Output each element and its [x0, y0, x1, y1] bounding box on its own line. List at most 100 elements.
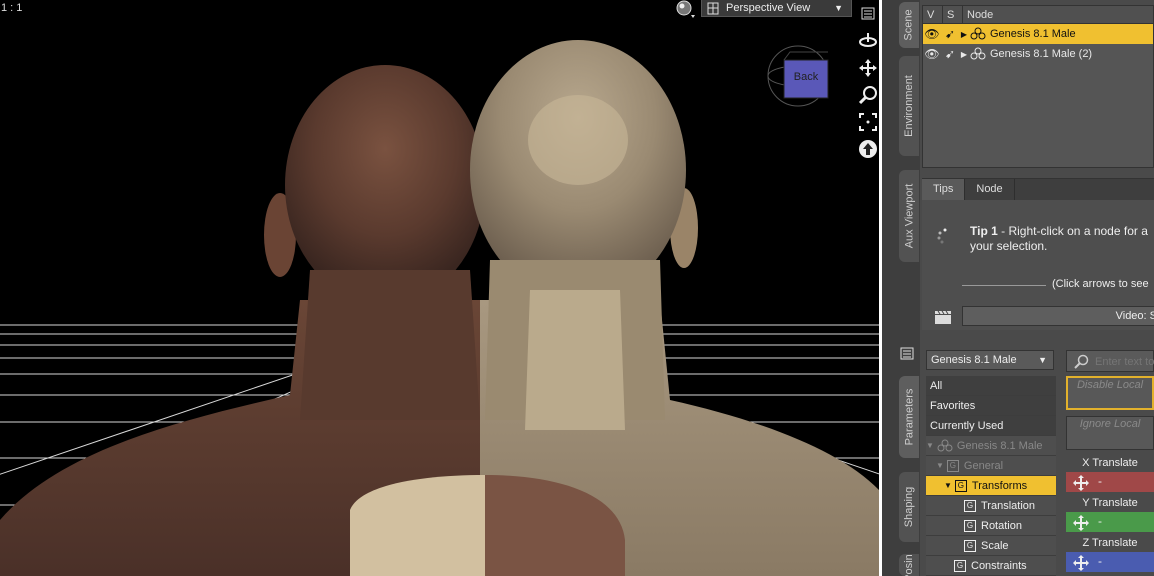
group-icon: G	[946, 459, 959, 472]
move-arrows-icon[interactable]	[1072, 514, 1090, 532]
view-select-dropdown[interactable]: Perspective View ▼	[701, 0, 852, 17]
expand-arrow-icon[interactable]: ▶	[959, 50, 969, 59]
tip-text: Tip 1 - Right-click on a node for a your…	[970, 224, 1154, 254]
eye-icon[interactable]: 👁	[923, 27, 941, 41]
tree-item-general[interactable]: ▼ G General	[926, 456, 1056, 476]
spinner-icon	[937, 228, 947, 244]
draw-style-button[interactable]	[674, 0, 698, 20]
tip-hint: (Click arrows to see	[1052, 278, 1149, 290]
y-translate-slider[interactable]: Y Translate -	[1066, 497, 1154, 535]
tree-item-constraints[interactable]: G Constraints	[926, 556, 1056, 576]
tab-environment[interactable]: Environment	[899, 56, 919, 156]
tab-aux-viewport[interactable]: Aux Viewport	[899, 170, 919, 262]
view-cube[interactable]: Back	[767, 38, 829, 110]
tab-parameters[interactable]: Parameters	[899, 376, 919, 458]
z-translate-slider[interactable]: Z Translate -	[1066, 537, 1154, 575]
orbit-icon	[859, 32, 877, 47]
aspect-ratio-label: 1 : 1	[1, 2, 23, 14]
column-visible[interactable]: V	[923, 6, 943, 23]
scene-render[interactable]	[0, 0, 879, 576]
zoom-button[interactable]	[855, 81, 879, 108]
disable-local-property[interactable]: Disable Local	[1066, 376, 1154, 410]
tree-item-currently-used[interactable]: Currently Used	[926, 416, 1056, 436]
group-icon: G	[964, 539, 976, 552]
cursor-icon[interactable]: ➹	[941, 47, 959, 61]
property-label: Ignore Local	[1079, 418, 1141, 430]
tab-tips[interactable]: Tips	[922, 179, 966, 200]
expand-arrow-icon[interactable]: ▼	[944, 481, 952, 490]
chevron-down-icon: ▼	[834, 3, 843, 13]
scene-node-row[interactable]: 👁 ➹ ▶ Genesis 8.1 Male	[923, 24, 1153, 44]
group-icon: G	[964, 519, 976, 532]
frame-icon	[859, 112, 877, 131]
slider-label: Y Translate	[1082, 497, 1138, 509]
cursor-icon[interactable]: ➹	[941, 27, 959, 41]
tab-node[interactable]: Node	[965, 179, 1015, 200]
3d-viewport[interactable]: 1 : 1 Perspective View ▼ Back	[0, 0, 879, 576]
frame-button[interactable]	[855, 108, 879, 135]
property-search[interactable]	[1066, 350, 1154, 372]
tab-shaping[interactable]: Shaping	[899, 472, 919, 542]
scene-header: V S Node	[923, 6, 1153, 24]
cube-face-label: Back	[793, 71, 819, 83]
tips-tab-bar: Tips Node	[922, 179, 1154, 200]
tree-item-transforms[interactable]: ▼ G Transforms	[926, 476, 1056, 496]
magnifier-icon	[858, 85, 877, 104]
ignore-local-property[interactable]: Ignore Local	[1066, 416, 1154, 450]
property-group-tree: All Favorites Currently Used ▼ Genesis 8…	[926, 376, 1056, 576]
scene-pane: V S Node 👁 ➹ ▶ Genesis 8.1 Male 👁 ➹ ▶ Ge…	[922, 5, 1154, 168]
up-arrow-icon	[859, 139, 877, 158]
slider-label: Z Translate	[1082, 537, 1138, 549]
sphere-icon	[676, 0, 695, 18]
group-icon: G	[964, 499, 976, 512]
pane-menu-button[interactable]	[855, 0, 879, 27]
tree-item-favorites[interactable]: Favorites	[926, 396, 1056, 416]
view-name: Perspective View	[726, 2, 811, 14]
figure-icon	[970, 47, 986, 60]
decrement-icon[interactable]: -	[1098, 474, 1102, 488]
figure-icon	[970, 27, 986, 40]
tree-item-figure[interactable]: ▼ Genesis 8.1 Male	[926, 436, 1056, 456]
orbit-button[interactable]	[855, 27, 879, 54]
expand-arrow-icon[interactable]: ▶	[959, 30, 969, 39]
decrement-icon[interactable]: -	[1098, 514, 1102, 528]
menu-icon	[861, 7, 875, 19]
tree-item-rotation[interactable]: G Rotation	[926, 516, 1056, 536]
search-input[interactable]	[1095, 354, 1154, 369]
slider-label: X Translate	[1082, 457, 1138, 469]
move-arrows-icon[interactable]	[1072, 474, 1090, 492]
decrement-icon[interactable]: -	[1098, 554, 1102, 568]
reset-camera-button[interactable]	[855, 135, 879, 162]
search-icon	[1074, 354, 1089, 369]
tree-item-scale[interactable]: G Scale	[926, 536, 1056, 556]
column-selectable[interactable]: S	[943, 6, 963, 23]
clapperboard-icon	[935, 310, 951, 324]
scene-node-row[interactable]: 👁 ➹ ▶ Genesis 8.1 Male (2)	[923, 44, 1153, 64]
navigation-tools	[855, 0, 879, 162]
tree-item-translation[interactable]: G Translation	[926, 496, 1056, 516]
column-node[interactable]: Node	[963, 6, 1153, 23]
eye-icon[interactable]: 👁	[923, 47, 941, 61]
tab-posing[interactable]: Posing	[899, 554, 919, 576]
group-icon: G	[954, 559, 966, 572]
x-translate-slider[interactable]: X Translate -	[1066, 457, 1154, 495]
move-arrows-icon	[859, 58, 877, 77]
figure-select[interactable]: Genesis 8.1 Male ▼	[926, 350, 1054, 370]
divider	[962, 285, 1046, 286]
move-arrows-icon[interactable]	[1072, 554, 1090, 572]
expand-arrow-icon[interactable]: ▼	[936, 461, 944, 470]
group-icon: G	[954, 479, 967, 492]
expand-arrow-icon[interactable]: ▼	[926, 441, 934, 450]
node-label: Genesis 8.1 Male (2)	[990, 48, 1093, 60]
video-button[interactable]: Video: S	[962, 306, 1154, 326]
property-label: Disable Local	[1076, 379, 1144, 391]
tree-item-all[interactable]: All	[926, 376, 1056, 396]
camera-icon	[707, 2, 719, 15]
parameters-pane: Genesis 8.1 Male ▼ All Favorites Current…	[922, 344, 1154, 576]
side-panel: Scene Environment Aux Viewport Parameter…	[882, 0, 1154, 576]
pan-button[interactable]	[855, 54, 879, 81]
figure-icon	[937, 439, 953, 451]
tab-scene[interactable]: Scene	[899, 2, 919, 48]
node-label: Genesis 8.1 Male	[990, 28, 1076, 40]
pane-menu-icon[interactable]	[900, 347, 914, 361]
